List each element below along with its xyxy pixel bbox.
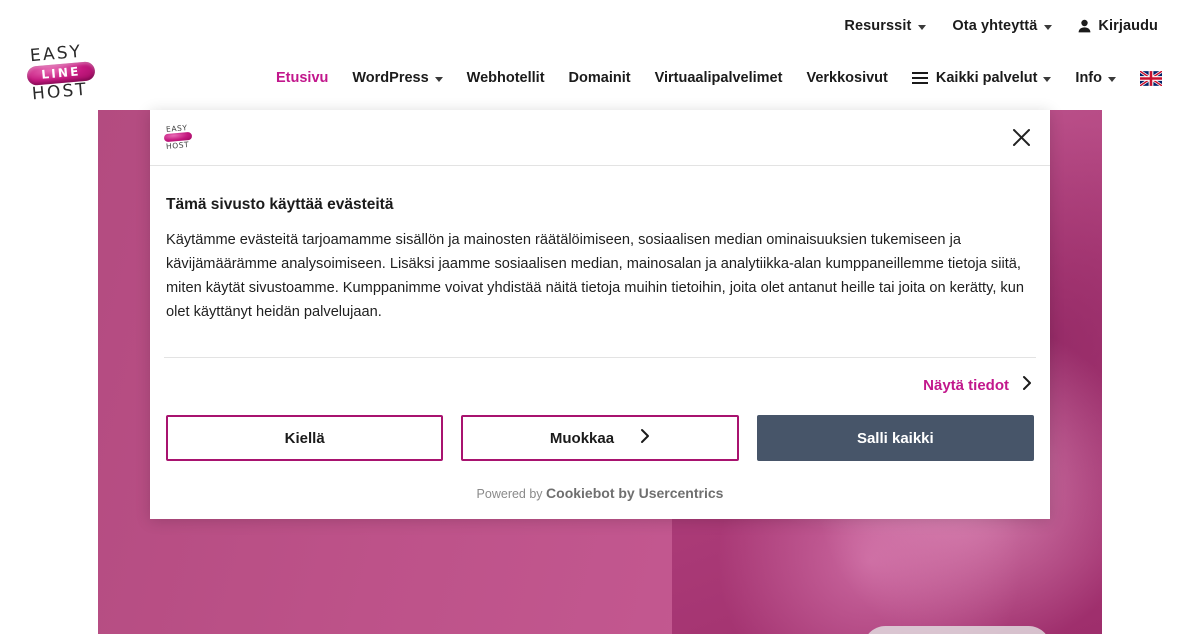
cookiebot-brand-link[interactable]: Cookiebot by Usercentrics	[546, 485, 723, 501]
chevron-down-icon	[1108, 76, 1116, 82]
topbar-item-kirjaudu[interactable]: Kirjaudu	[1078, 18, 1158, 34]
nav-item-etusivu[interactable]: Etusivu	[276, 70, 328, 86]
uk-flag-icon	[1140, 70, 1162, 86]
cookie-dialog-header: EASY HOST	[150, 110, 1050, 166]
topbar-label-kirjaudu: Kirjaudu	[1098, 18, 1158, 34]
cookie-dialog-footer: Powered by Cookiebot by Usercentrics	[150, 461, 1050, 519]
customize-button-label: Muokkaa	[549, 429, 615, 447]
nav-label-info: Info	[1075, 70, 1102, 86]
nav-item-webhotellit[interactable]: Webhotellit	[467, 70, 545, 86]
chevron-down-icon	[1043, 76, 1052, 82]
chevron-down-icon	[434, 76, 443, 82]
page-root: Resurssit Ota yhteyttä Kirjaudu EASY LIN…	[0, 0, 1200, 634]
nav-label-wordpress: WordPress	[352, 70, 429, 86]
cookie-dialog-actions: Kiellä Muokkaa Salli kaikki	[150, 396, 1050, 461]
cookie-dialog-details-row: Näytä tiedot	[150, 358, 1050, 396]
nav-item-info[interactable]: Info	[1075, 70, 1116, 86]
nav-item-virtuaalipalvelimet[interactable]: Virtuaalipalvelimet	[655, 70, 783, 86]
topbar-label-resurssit: Resurssit	[844, 18, 912, 34]
cookie-dialog-title: Tämä sivusto käyttää evästeitä	[166, 196, 394, 213]
nav-label-virtuaalipalvelimet: Virtuaalipalvelimet	[654, 70, 783, 86]
chevron-down-icon	[918, 24, 927, 30]
nav-label-kaikki-palvelut: Kaikki palvelut	[935, 70, 1038, 86]
chevron-right-icon	[640, 428, 650, 448]
chevron-down-icon	[1044, 24, 1053, 30]
hamburger-icon	[911, 72, 928, 84]
topbar-item-ota-yhteytta[interactable]: Ota yhteyttä	[952, 18, 1053, 34]
powered-by-label: Powered by	[476, 487, 543, 501]
nav-item-verkkosivut[interactable]: Verkkosivut	[806, 70, 887, 86]
show-details-link[interactable]: Näytä tiedot	[923, 375, 1032, 396]
nav-label-webhotellit: Webhotellit	[466, 70, 545, 86]
nav-item-kaikki-palvelut[interactable]: Kaikki palvelut	[911, 70, 1052, 86]
close-icon[interactable]	[1006, 123, 1036, 153]
customize-button[interactable]: Muokkaa	[461, 415, 739, 461]
cookie-dialog-logo: EASY HOST	[163, 123, 194, 151]
nav-label-etusivu: Etusivu	[276, 70, 329, 86]
person-icon	[1078, 19, 1091, 33]
allow-all-button-label: Salli kaikki	[856, 429, 934, 447]
allow-all-button[interactable]: Salli kaikki	[756, 415, 1034, 461]
nav-item-wordpress[interactable]: WordPress	[352, 70, 443, 86]
chevron-right-icon	[1022, 375, 1032, 396]
cookie-dialog-body: Tämä sivusto käyttää evästeitä Käytämme …	[150, 166, 1050, 324]
topbar-label-ota-yhteytta: Ota yhteyttä	[952, 18, 1038, 34]
cookie-dialog-description: Käytämme evästeitä tarjoamamme sisällön …	[166, 232, 1024, 320]
topbar-item-resurssit[interactable]: Resurssit	[844, 18, 927, 34]
deny-button-label: Kiellä	[284, 429, 325, 447]
cookie-logo-text-host: HOST	[165, 140, 190, 151]
top-utility-bar: Resurssit Ota yhteyttä Kirjaudu	[0, 0, 1200, 52]
nav-item-domainit[interactable]: Domainit	[569, 70, 631, 86]
nav-label-domainit: Domainit	[568, 70, 631, 86]
nav-label-verkkosivut: Verkkosivut	[806, 70, 888, 86]
show-details-label: Näytä tiedot	[923, 377, 1009, 394]
deny-button[interactable]: Kiellä	[166, 415, 444, 461]
language-switcher[interactable]	[1140, 70, 1162, 86]
webmail-button[interactable]: Webmail	[863, 626, 1051, 634]
cookie-consent-dialog: EASY HOST Tämä sivusto käyttää evästeitä…	[150, 110, 1050, 519]
main-navigation: Etusivu WordPress Webhotellit Domainit V…	[0, 60, 1200, 96]
